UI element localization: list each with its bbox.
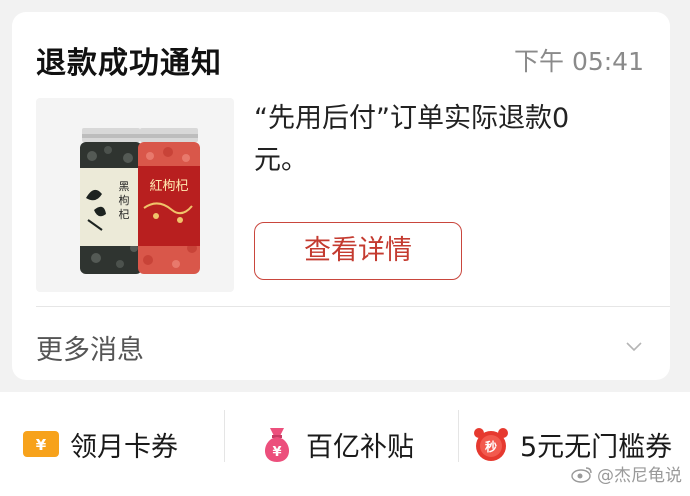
svg-text:黑: 黑 (119, 180, 130, 193)
watermark: @杰尼龟说 (571, 461, 682, 486)
chevron-down-icon[interactable] (624, 336, 644, 356)
svg-text:¥: ¥ (272, 445, 281, 460)
coupon-icon: ¥ (22, 429, 60, 459)
notification-card[interactable]: 退款成功通知 下午 05:41 黑 枸 杞 紅枸杞 “先用后付”订单实际退款0元… (12, 12, 670, 380)
svg-text:秒: 秒 (485, 439, 497, 454)
notification-time: 下午 05:41 (514, 47, 644, 76)
weibo-icon (571, 466, 592, 483)
svg-text:紅枸杞: 紅枸杞 (149, 179, 188, 194)
bottom-promo-bar: ¥ 领月卡券 ¥ 百亿补贴 秒 5元无门槛券 @杰尼龟说 (0, 392, 690, 496)
separator (224, 410, 225, 462)
money-bag-icon: ¥ (258, 424, 296, 464)
notification-title: 退款成功通知 (36, 46, 222, 81)
more-messages-label[interactable]: 更多消息 (36, 328, 144, 367)
svg-text:杞: 杞 (119, 207, 130, 221)
divider (36, 306, 670, 307)
product-image[interactable]: 黑 枸 杞 紅枸杞 (36, 98, 234, 292)
red-goji-jar: 紅枸杞 (138, 128, 200, 274)
svg-text:枸: 枸 (119, 193, 130, 207)
monthly-coupon-label: 领月卡券 (70, 431, 178, 463)
refund-message: “先用后付”订单实际退款0元。 (254, 103, 570, 176)
no-threshold-coupon-label: 5元无门槛券 (520, 431, 673, 463)
watermark-text: @杰尼龟说 (597, 466, 682, 486)
subsidy-button[interactable]: ¥ 百亿补贴 (258, 392, 414, 496)
separator (458, 410, 459, 462)
svg-text:¥: ¥ (36, 436, 47, 454)
subsidy-label: 百亿补贴 (306, 431, 414, 463)
view-details-button[interactable]: 查看详情 (254, 222, 462, 280)
black-goji-jar: 黑 枸 杞 (80, 128, 142, 274)
monthly-coupon-button[interactable]: ¥ 领月卡券 (22, 392, 178, 496)
alarm-clock-icon: 秒 (472, 424, 510, 464)
